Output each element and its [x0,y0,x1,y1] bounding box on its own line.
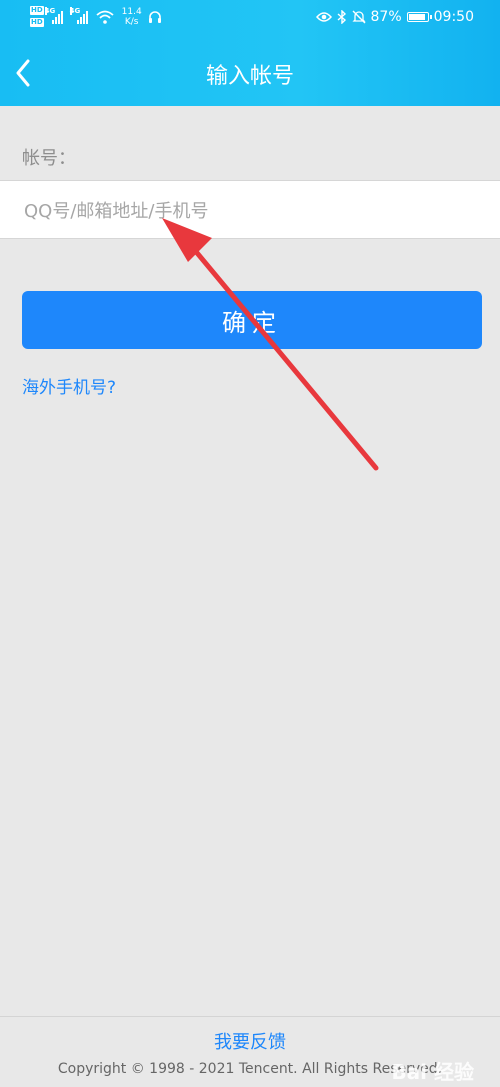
eye-icon [315,12,332,22]
account-input[interactable] [22,191,486,231]
headset-icon [148,10,161,23]
signal-icon: 4G [44,6,63,24]
app-header: HD HD 4G 4G 11.4 K/s 87% 09:50 输入帐号 [0,0,500,106]
page-title: 输入帐号 [205,64,294,89]
hd-badge: HD [30,6,44,15]
account-label: 帐号： [22,148,76,169]
hd-badge: HD [30,18,44,27]
account-input-row [0,180,500,239]
network-speed: 11.4 K/s [122,7,142,27]
footer-divider [0,1016,500,1017]
nav-bar: 输入帐号 [0,48,500,98]
battery-icon [406,12,432,22]
hd-indicator: HD HD [30,6,44,27]
overseas-phone-link[interactable]: 海外手机号? [22,373,116,398]
bluetooth-icon [337,10,346,24]
speed-unit: K/s [124,16,139,27]
feedback-link[interactable]: 我要反馈 [0,1028,500,1054]
battery-percent: 87% [370,9,402,25]
status-bar: HD HD 4G 4G 11.4 K/s 87% 09:50 [0,0,500,36]
wifi-icon [96,10,114,24]
signal-icon: 4G [69,6,88,24]
speed-value: 11.4 [121,6,142,17]
network-type: 4G [44,6,56,15]
watermark: Bai 经验 [391,1060,474,1084]
mute-icon [351,10,366,24]
clock: 09:50 [433,9,474,25]
network-type: 4G [69,6,81,15]
confirm-button[interactable]: 确定 [22,291,482,349]
